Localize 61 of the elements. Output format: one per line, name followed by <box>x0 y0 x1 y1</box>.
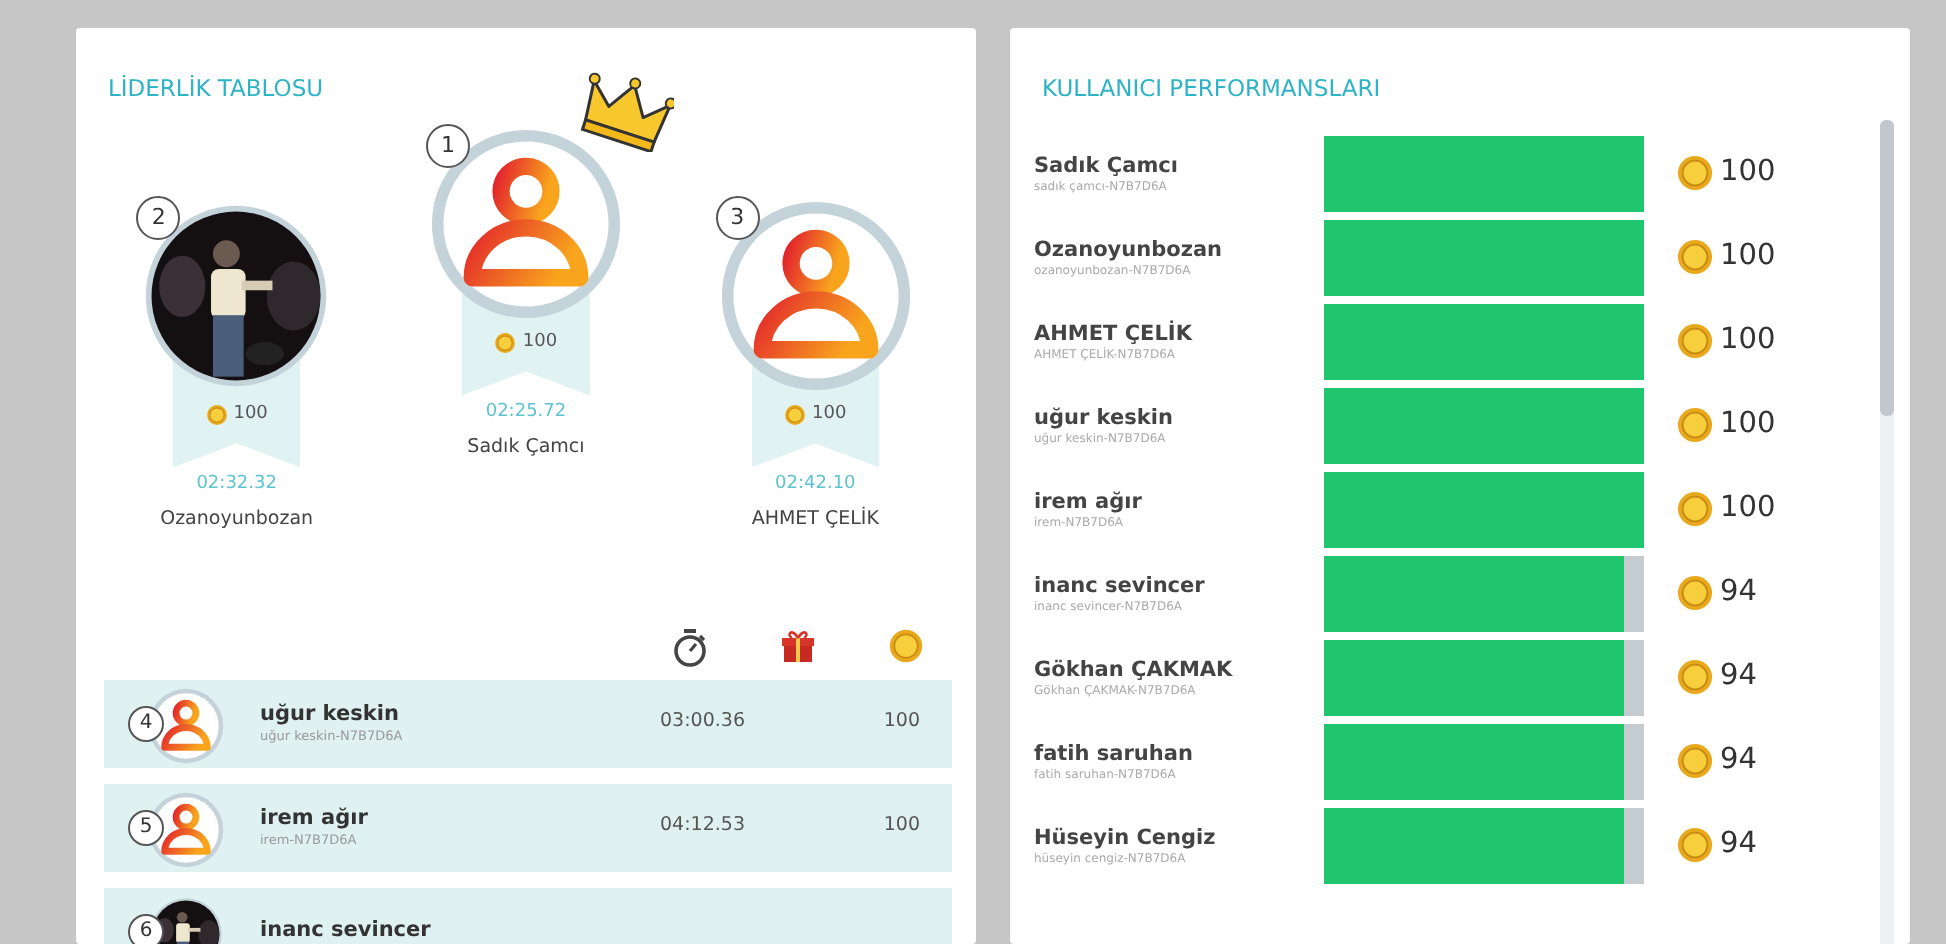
coin-icon <box>1676 574 1714 613</box>
avatar-icon <box>148 687 224 764</box>
score-label: 100 <box>881 708 920 737</box>
coin-icon <box>1676 238 1714 277</box>
score-label: 100 <box>784 399 847 432</box>
coin-icon <box>888 627 924 664</box>
time-label: 04:12.53 <box>660 812 747 841</box>
coin-icon <box>1676 742 1714 781</box>
rank-badge: 3 <box>715 195 760 240</box>
rank-badge: 2 <box>136 195 181 240</box>
panel-title: LİDERLİK TABLOSU <box>106 72 326 104</box>
coin-icon <box>205 404 228 427</box>
time-label: 03:00.36 <box>660 708 747 737</box>
score-label: 94 <box>1720 657 1757 696</box>
player-name: Sadık Çamcı <box>1034 153 1180 179</box>
player-name: Hüseyin Cengiz <box>1034 825 1218 851</box>
coin-icon <box>784 404 807 427</box>
avatar-icon <box>148 791 224 868</box>
time-label: 02:32.32 <box>196 471 277 498</box>
score-label: 100 <box>1720 321 1776 360</box>
player-name: uğur keskin <box>260 701 401 729</box>
stopwatch-icon <box>672 627 708 668</box>
player-name: fatih saruhan <box>1034 741 1195 767</box>
coin-icon <box>1676 826 1714 865</box>
player-name: AHMET ÇELİK <box>1034 321 1195 347</box>
player-name: inanc sevincer <box>260 917 433 944</box>
coin-icon <box>1676 406 1714 445</box>
time-label: 02:25.72 <box>485 399 567 426</box>
score-label: 94 <box>1720 573 1757 612</box>
score-label: 94 <box>1720 825 1757 864</box>
coin-icon <box>494 332 517 355</box>
score-label: 100 <box>1720 237 1776 276</box>
panel-title: KULLANICI PERFORMANSLARI <box>1040 72 1383 104</box>
time-label: 02:42.10 <box>775 471 856 498</box>
score-label: 100 <box>1720 153 1776 192</box>
player-name: Gökhan ÇAKMAK <box>1034 657 1235 683</box>
coin-icon <box>1676 490 1714 529</box>
player-name: Ozanoyunbozan <box>1034 237 1225 263</box>
player-name: AHMET ÇELİK <box>751 506 879 535</box>
score-label: 100 <box>205 399 268 432</box>
avatar-icon <box>719 199 912 392</box>
player-name: irem ağır <box>260 805 370 833</box>
player-name: Ozanoyunbozan <box>160 506 314 535</box>
rank-badge: 5 <box>128 809 164 846</box>
coin-icon <box>1676 658 1714 697</box>
coin-icon <box>1676 154 1714 193</box>
scrollbar-thumb[interactable] <box>1880 119 1894 416</box>
coin-icon <box>1676 322 1714 361</box>
score-label: 100 <box>494 327 558 360</box>
player-name: inanc sevincer <box>1034 573 1207 599</box>
player-name: Sadık Çamcı <box>467 434 585 463</box>
gift-icon <box>780 627 816 664</box>
rank-badge: 1 <box>425 123 470 168</box>
score-label: 100 <box>1720 489 1776 528</box>
rank-badge: 6 <box>128 913 164 944</box>
score-label: 100 <box>1720 405 1776 444</box>
player-name: irem ağır <box>1034 489 1144 515</box>
score-label: 94 <box>1720 741 1757 780</box>
rank-badge: 4 <box>128 705 164 742</box>
player-name: uğur keskin <box>1034 405 1175 431</box>
score-label: 100 <box>881 812 920 841</box>
